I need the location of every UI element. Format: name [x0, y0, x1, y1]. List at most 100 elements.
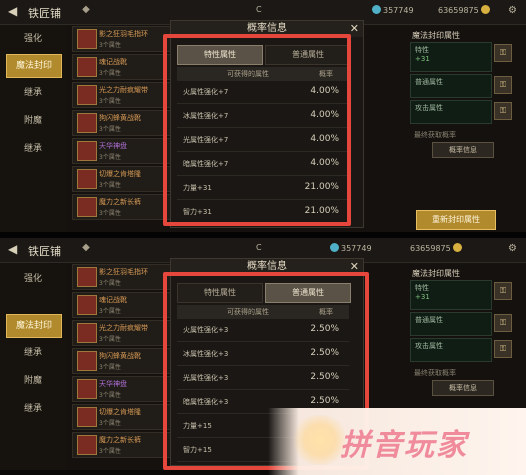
item-name: 魂记战靴: [99, 296, 127, 304]
lock-icon[interactable]: ⚿: [494, 340, 512, 358]
list-item[interactable]: 切爆之肯塔隆 3个属性: [72, 404, 172, 430]
item-sub: 3个属性: [99, 70, 121, 77]
nav-inherit[interactable]: 继承: [6, 342, 60, 364]
back-arrow-icon[interactable]: ◀: [8, 243, 20, 255]
page-title: 铁匠铺: [28, 7, 61, 20]
list-item[interactable]: 天华神盘 3个属性: [72, 376, 172, 402]
seal-attr-box-3: 攻击属性: [410, 338, 492, 362]
resource-gold-value: 63659875: [438, 6, 479, 15]
seal-attr-title: 攻击属性: [415, 104, 443, 112]
seal-attr-box-1: 特性 +31: [410, 280, 492, 310]
list-item[interactable]: 魂记战靴 3个属性: [72, 292, 172, 318]
probability-note: 最终获取概率: [414, 369, 456, 377]
lock-icon[interactable]: ⚿: [494, 102, 512, 120]
resource-gold-value: 63659875: [410, 244, 451, 253]
item-name: 天华神盘: [99, 142, 127, 150]
info-diamond-icon[interactable]: ◆: [80, 242, 92, 254]
item-thumbnail: [77, 267, 97, 287]
nav-enhance[interactable]: 强化: [6, 268, 60, 290]
nav-enchant[interactable]: 附魔: [6, 370, 60, 392]
seal-attr-box-1: 特性 +31: [410, 42, 492, 72]
highlight-frame: [163, 34, 351, 226]
seal-attr-value: +31: [415, 55, 430, 63]
settings-icon[interactable]: ⚙: [508, 243, 517, 254]
list-item[interactable]: 狗闪蜂黄战靴 3个属性: [72, 110, 172, 136]
item-sub: 3个属性: [99, 364, 121, 371]
item-thumbnail: [77, 113, 97, 133]
seal-attr-title: 普通属性: [415, 316, 443, 324]
list-item[interactable]: 切爆之肯塔隆 3个属性: [72, 166, 172, 192]
list-item[interactable]: 影之狂羽毛指环 3个属性: [72, 264, 172, 290]
item-thumbnail: [77, 197, 97, 217]
item-sub: 3个属性: [99, 126, 121, 133]
seal-attr-title: 普通属性: [415, 78, 443, 86]
nav-magic-seal[interactable]: 魔法封印: [6, 54, 62, 78]
equipment-list: 影之狂羽毛指环 3个属性 魂记战靴 3个属性 光之力耐疯耀带 3个属性 狗闪蜂黄战靴 3…: [72, 26, 172, 232]
seal-panel: 魔法封印属性 特性 +31 ⚿ 普通属性 ⚿ 攻击属性 ⚿ 最终获取概率 概率信息…: [406, 26, 518, 232]
gem-icon: [330, 243, 339, 252]
seal-attr-title: 特性: [415, 284, 429, 292]
resource-gems: 357749: [330, 243, 372, 253]
list-item[interactable]: 光之力耐疯耀带 3个属性: [72, 320, 172, 346]
nav-inherit[interactable]: 继承: [6, 82, 60, 104]
list-item[interactable]: 影之狂羽毛指环 3个属性: [72, 26, 172, 52]
reseal-button[interactable]: 重新封印属性: [416, 210, 496, 230]
lock-icon[interactable]: ⚿: [494, 282, 512, 300]
gold-icon: [480, 5, 490, 14]
item-name: 切爆之肯塔隆: [99, 408, 141, 416]
seal-attr-value: +31: [415, 293, 430, 301]
list-item[interactable]: 狗闪蜂黄战靴 3个属性: [72, 348, 172, 374]
item-sub: 3个属性: [99, 420, 121, 427]
nav-enhance[interactable]: 强化: [6, 28, 60, 50]
settings-icon[interactable]: ⚙: [508, 5, 517, 16]
screen-top: ◀ 铁匠铺 ◆ C 357749 63659875 ⚙ 强化 魔法封印 继承 附…: [0, 0, 526, 232]
item-name: 影之狂羽毛指环: [99, 30, 148, 38]
item-name: 狗闪蜂黄战靴: [99, 352, 141, 360]
item-name: 狗闪蜂黄战靴: [99, 114, 141, 122]
list-item[interactable]: 天华神盘 3个属性: [72, 138, 172, 164]
seal-attr-box-2: 普通属性: [410, 312, 492, 336]
item-name: 魂记战靴: [99, 58, 127, 66]
seal-attr-box-3: 攻击属性: [410, 100, 492, 124]
gold-icon: [452, 243, 462, 252]
resource-gold: 63659875: [410, 243, 464, 253]
resource-gems-value: 357749: [383, 6, 414, 15]
currency-c-icon: C: [256, 243, 262, 252]
item-thumbnail: [77, 141, 97, 161]
info-diamond-icon[interactable]: ◆: [80, 4, 92, 16]
lock-icon[interactable]: ⚿: [494, 44, 512, 62]
item-name: 魔力之新长裤: [99, 436, 141, 444]
watermark-logo: 拼音玩家: [340, 428, 468, 463]
nav-enchant[interactable]: 附魔: [6, 110, 60, 132]
page-title: 铁匠铺: [28, 245, 61, 258]
nav-inherit-2[interactable]: 继承: [6, 398, 60, 420]
lock-icon[interactable]: ⚿: [494, 314, 512, 332]
item-name: 光之力耐疯耀带: [99, 86, 148, 94]
back-arrow-icon[interactable]: ◀: [8, 5, 20, 17]
resource-gems-value: 357749: [341, 244, 372, 253]
item-sub: 3个属性: [99, 182, 121, 189]
list-item[interactable]: 魂记战靴 3个属性: [72, 54, 172, 80]
item-sub: 3个属性: [99, 280, 121, 287]
lock-icon[interactable]: ⚿: [494, 76, 512, 94]
left-nav: 强化 魔法封印 继承 附魔 继承: [0, 26, 66, 232]
item-name: 魔力之新长裤: [99, 198, 141, 206]
probability-info-button[interactable]: 概率信息: [432, 142, 494, 158]
list-item[interactable]: 光之力耐疯耀带 3个属性: [72, 82, 172, 108]
seal-attr-box-2: 普通属性: [410, 74, 492, 98]
nav-inherit-2[interactable]: 继承: [6, 138, 60, 160]
resource-gems: 357749: [372, 5, 414, 15]
nav-magic-seal[interactable]: 魔法封印: [6, 314, 62, 338]
probability-note: 最终获取概率: [414, 131, 456, 139]
item-name: 光之力耐疯耀带: [99, 324, 148, 332]
list-item[interactable]: 魔力之新长裤 3个属性: [72, 432, 172, 458]
list-item[interactable]: 魔力之新长裤 3个属性: [72, 194, 172, 220]
seal-attr-title: 特性: [415, 46, 429, 54]
probability-info-button[interactable]: 概率信息: [432, 380, 494, 396]
item-thumbnail: [77, 29, 97, 49]
item-thumbnail: [77, 57, 97, 77]
gem-icon: [372, 5, 381, 14]
close-icon[interactable]: ✕: [350, 22, 359, 35]
item-sub: 3个属性: [99, 392, 121, 399]
item-name: 切爆之肯塔隆: [99, 170, 141, 178]
